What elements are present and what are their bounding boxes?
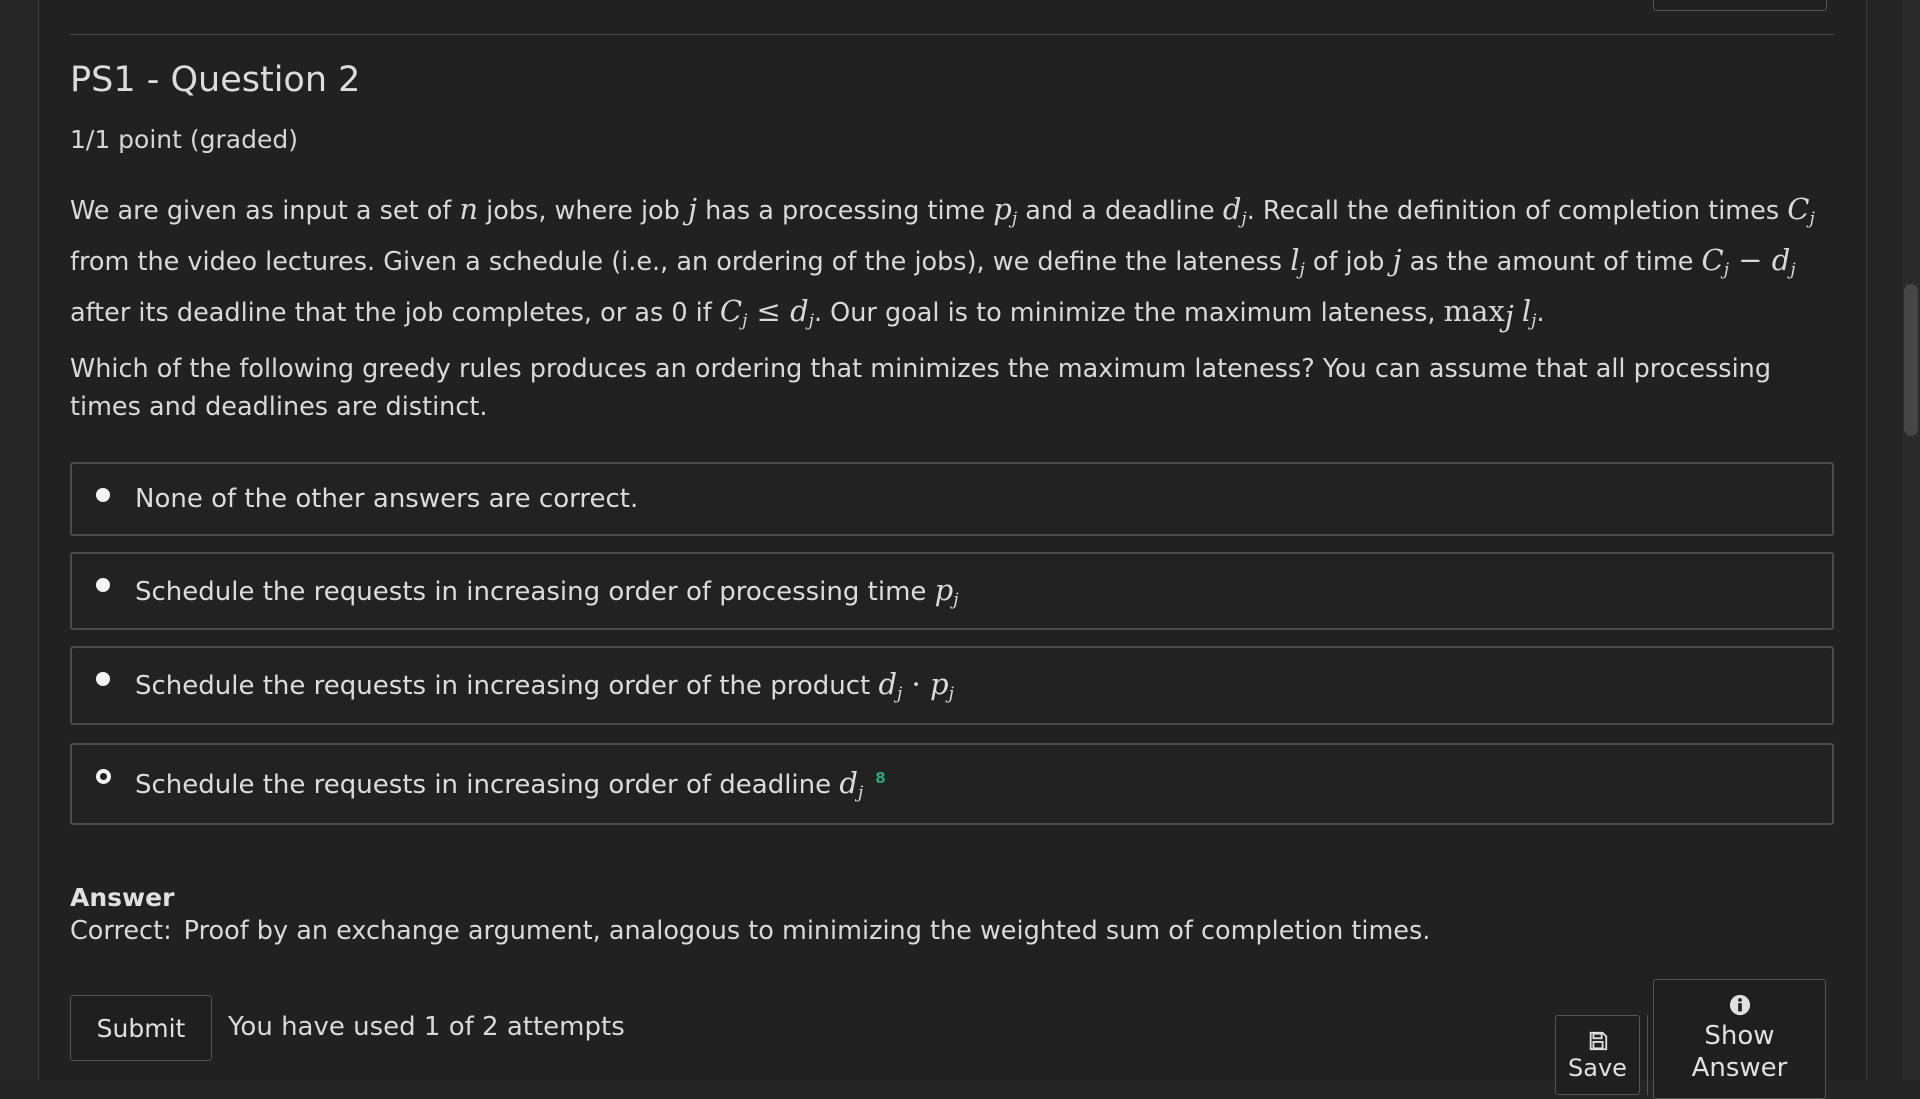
option-processing-time[interactable]: Schedule the requests in increasing orde… (70, 552, 1834, 630)
save-icon (1589, 1031, 1607, 1051)
radio-button-selected[interactable] (96, 769, 111, 784)
button-divider (1647, 1015, 1648, 1095)
answer-heading: Answer (70, 883, 175, 912)
save-label: Save (1568, 1054, 1627, 1082)
problem-description: We are given as input a set of n jobs, w… (70, 192, 1815, 333)
top-divider (70, 34, 1834, 35)
problem-title: PS1 - Question 2 (70, 60, 361, 100)
answer-explanation: Correct: Proof by an exchange argument, a… (70, 916, 1431, 946)
radio-button[interactable] (96, 672, 110, 686)
radio-button[interactable] (96, 488, 110, 502)
left-gutter (0, 0, 38, 1080)
answer-options: None of the other answers are correct. S… (70, 462, 1834, 841)
info-icon (1729, 994, 1750, 1016)
problem-question: Which of the following greedy rules prod… (70, 354, 1772, 422)
option-deadline[interactable]: Schedule the requests in increasing orde… (70, 743, 1834, 825)
save-button[interactable]: Save (1555, 1015, 1640, 1095)
submit-button[interactable]: Submit (70, 995, 212, 1061)
correct-indicator-icon: 8 (875, 769, 886, 787)
option-none-correct[interactable]: None of the other answers are correct. (70, 462, 1834, 536)
show-answer-label: Show Answer (1691, 1021, 1788, 1083)
option-label: None of the other answers are correct. (135, 484, 639, 514)
option-label: Schedule the requests in increasing orde… (135, 667, 954, 704)
scrollbar-track[interactable] (1902, 0, 1920, 1080)
scrollbar-thumb[interactable] (1904, 284, 1918, 436)
option-product[interactable]: Schedule the requests in increasing orde… (70, 646, 1834, 725)
top-button-edge (1653, 0, 1827, 11)
option-label: Schedule the requests in increasing orde… (135, 572, 959, 610)
attempts-counter: You have used 1 of 2 attempts (228, 1012, 625, 1042)
radio-button[interactable] (96, 578, 110, 592)
problem-grade: 1/1 point (graded) (70, 125, 298, 154)
show-answer-button[interactable]: Show Answer (1653, 979, 1826, 1099)
answer-label: Correct: (70, 916, 172, 946)
option-label: Schedule the requests in increasing orde… (135, 765, 864, 803)
